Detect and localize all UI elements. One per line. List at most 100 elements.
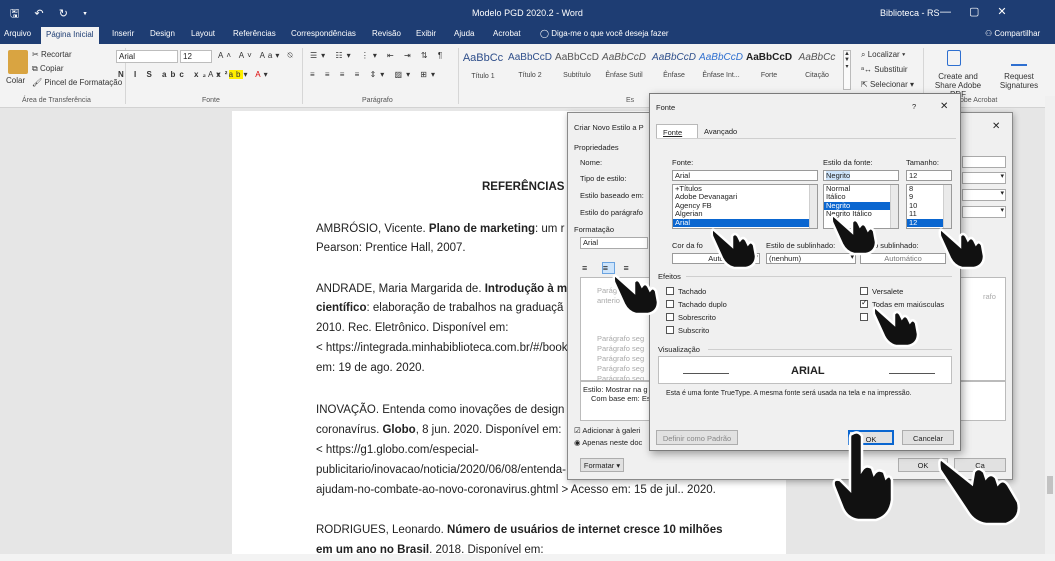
select-button[interactable]: ⇱ Selecionar ▾ <box>861 80 914 89</box>
reference-line: em: 19 de ago. 2020. <box>316 362 425 374</box>
font-style-input[interactable]: Negrito <box>823 170 899 181</box>
font-size-input[interactable]: 12 <box>906 170 952 181</box>
tab-arquivo[interactable]: Arquivo <box>4 29 31 38</box>
style-enfase-intensa[interactable]: AaBbCcD Ênfase Int... <box>698 48 744 90</box>
tab-divider <box>656 138 956 139</box>
list-scrollbar[interactable] <box>890 185 898 228</box>
style-dialog-close-icon[interactable]: ✕ <box>992 121 1000 132</box>
tab-correspondencias[interactable]: Correspondências <box>291 29 356 38</box>
tell-me-search[interactable]: ◯ Diga-me o que você deseja fazer <box>540 29 669 38</box>
style-titulo-2[interactable]: AaBbCcD Título 2 <box>507 48 553 90</box>
grow-shrink-font-buttons[interactable]: A˄ A˅ Aa▾ ⍉ <box>218 51 295 61</box>
pdf-icon[interactable] <box>947 50 961 66</box>
paste-button[interactable]: Colar <box>6 76 25 85</box>
style-dialog-title: Criar Novo Estilo a P <box>574 123 644 132</box>
style-font-select[interactable]: Arial <box>580 237 648 249</box>
tab-referencias[interactable]: Referências <box>233 29 276 38</box>
effects-divider <box>686 276 952 277</box>
reference-line: < https://g1.globo.com/especial- <box>316 444 479 456</box>
tab-fonte[interactable]: Fonte <box>656 124 698 139</box>
style-titulo-1[interactable]: AaBbCc Título 1 <box>460 48 506 90</box>
subscript-checkbox[interactable] <box>666 326 674 334</box>
hidden-checkbox[interactable] <box>860 313 868 321</box>
alignment-buttons[interactable]: ≡ ≡ ≡ ≡ ⇕▾ ▨▾ ⊞▾ <box>310 70 439 79</box>
close-icon[interactable]: ✕ <box>997 6 1024 18</box>
tab-inserir[interactable]: Inserir <box>112 29 134 38</box>
reference-line: < https://integrada.minhabiblioteca.com.… <box>316 342 568 354</box>
style-description-line: Com base em: Es <box>591 394 651 403</box>
list-buttons[interactable]: ☰▾ ☷▾ ⋮▾ ⇤ ⇥ ⇅ ¶ <box>310 51 446 60</box>
reference-line: 2010. Rec. Eletrônico. Disponível em: <box>316 322 509 334</box>
all-caps-checkbox[interactable] <box>860 298 868 308</box>
format-dropdown-button[interactable]: Formatar ▾ <box>580 458 624 472</box>
find-button[interactable]: ⌕ Localizar ▾ <box>861 50 905 60</box>
reference-line: ANDRADE, Maria Margarida de. Introdução … <box>316 283 568 295</box>
tab-exibir[interactable]: Exibir <box>416 29 436 38</box>
user-name[interactable]: Biblioteca - RS <box>880 8 940 18</box>
list-item[interactable]: Algerian <box>673 209 817 218</box>
cut-button[interactable]: ✂ Recortar <box>32 50 72 59</box>
superscript-checkbox[interactable] <box>666 313 674 321</box>
tab-design[interactable]: Design <box>150 29 175 38</box>
copy-button[interactable]: ⧉ Copiar <box>32 64 64 74</box>
preview-right-text: rafo <box>983 292 996 301</box>
help-icon[interactable]: ? <box>912 102 916 111</box>
styles-gallery-scroll[interactable]: ▲ ▼ ▾ <box>843 50 851 90</box>
signature-icon[interactable] <box>1011 50 1027 66</box>
based-on-select[interactable]: ▾ <box>962 189 1006 201</box>
preview-next-paragraph: Parágrafo seg <box>597 344 645 353</box>
strikethrough-checkbox[interactable] <box>666 287 674 295</box>
style-subtitulo[interactable]: AaBbCcD Subtítulo <box>554 48 600 90</box>
double-strikethrough-checkbox[interactable] <box>666 300 674 308</box>
style-type-select[interactable]: ▾ <box>962 172 1006 184</box>
scroll-thumb[interactable] <box>1047 476 1053 494</box>
style-citacao[interactable]: AaBbCc Citação <box>794 48 840 90</box>
format-painter-button[interactable]: 🖌 Pincel de Formatação <box>32 78 122 87</box>
only-this-document-radio[interactable]: ◉ Apenas neste doc <box>574 438 642 447</box>
set-as-default-button[interactable]: Definir como Padrão <box>656 430 738 445</box>
style-enfase-sutil[interactable]: AaBbCcD Ênfase Sutil <box>601 48 647 90</box>
tab-ajuda[interactable]: Ajuda <box>454 29 474 38</box>
brush-icon: 🖌 <box>32 78 45 87</box>
tab-pagina-inicial[interactable]: Página Inicial <box>41 27 99 44</box>
list-scrollbar[interactable] <box>809 185 817 228</box>
pointing-hand-icon <box>830 214 878 256</box>
based-on-label: Estilo baseado em: <box>580 191 644 200</box>
vertical-scrollbar[interactable] <box>1045 96 1055 554</box>
window-controls[interactable]: —▢✕ <box>940 5 1025 18</box>
small-caps-label: Versalete <box>872 287 904 296</box>
replace-button[interactable]: ᵃ↔ Substituir <box>861 65 908 74</box>
clipboard-group-label: Área de Transferência <box>22 97 91 104</box>
pointing-hand-icon <box>938 458 1020 526</box>
next-style-select[interactable]: ▾ <box>962 206 1006 218</box>
preview-next-paragraph: Parágrafo seg <box>597 364 645 373</box>
text-effects-buttons[interactable]: A▾ ab▾ A▾ <box>208 70 271 79</box>
paragraph-group-label: Parágrafo <box>362 97 393 104</box>
superscript-label: Sobrescrito <box>678 313 716 322</box>
style-enfase[interactable]: AaBbCcD Ênfase <box>651 48 697 90</box>
tab-revisao[interactable]: Revisão <box>372 29 401 38</box>
style-forte[interactable]: AaBbCcD Forte <box>746 48 792 90</box>
tab-acrobat[interactable]: Acrobat <box>493 29 521 38</box>
font-name-input[interactable]: Arial <box>672 170 818 181</box>
reference-line: AMBRÓSIO, Vicente. Plano de marketing: u… <box>316 223 565 235</box>
tab-avancado[interactable]: Avançado <box>704 127 737 136</box>
add-to-gallery-checkbox[interactable]: ☑ Adicionar à galeri <box>574 426 640 435</box>
maximize-icon[interactable]: ▢ <box>969 6 997 18</box>
font-size-combo[interactable]: 12 <box>180 50 212 63</box>
minimize-icon[interactable]: — <box>940 6 969 18</box>
style-description-line: Estilo: Mostrar na g <box>583 385 648 394</box>
share-button[interactable]: ⚇ Compartilhar <box>985 29 1040 38</box>
font-cancel-button[interactable]: Cancelar <box>902 430 954 445</box>
style-name-input[interactable] <box>962 156 1006 168</box>
request-signatures-button[interactable]: Request Signatures <box>989 72 1049 90</box>
formatting-label: Formatação <box>574 225 615 234</box>
lightbulb-icon: ◯ <box>540 29 552 38</box>
small-caps-checkbox[interactable] <box>860 287 868 295</box>
paste-icon[interactable] <box>8 50 28 74</box>
font-preview-box: ARIAL <box>658 356 952 384</box>
font-dialog-close-icon[interactable]: ✕ <box>940 101 948 112</box>
tab-layout[interactable]: Layout <box>191 29 215 38</box>
font-name-combo[interactable]: Arial <box>116 50 178 63</box>
subscript-label: Subscrito <box>678 326 710 335</box>
